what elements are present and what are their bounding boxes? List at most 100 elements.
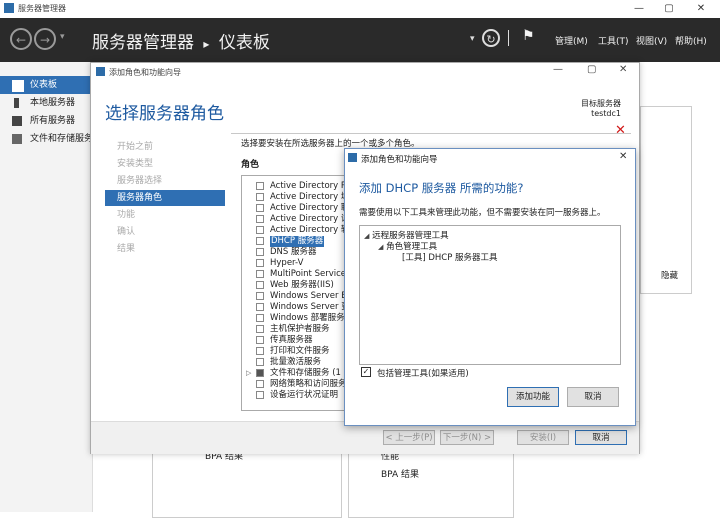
history-dropdown-icon[interactable]: ▾ xyxy=(60,32,65,42)
storage-icon xyxy=(12,134,22,144)
checkbox[interactable] xyxy=(256,325,264,333)
add-features-button[interactable]: 添加功能 xyxy=(507,387,559,407)
checkbox[interactable] xyxy=(256,314,264,322)
maximize-icon[interactable]: ▢ xyxy=(656,1,682,17)
step-confirmation[interactable]: 确认 xyxy=(105,224,225,240)
checkbox-partial[interactable] xyxy=(256,369,264,377)
dialog-question: 添加 DHCP 服务器 所需的功能? xyxy=(359,181,524,195)
sidebar-item-local-server[interactable]: 本地服务器 xyxy=(0,94,92,112)
error-x-icon[interactable]: ✕ xyxy=(615,123,626,138)
server-manager-header: ← → ▾ 服务器管理器 ▸ 仪表板 ▾ ↻ ⚑ 管理(M) 工具(T) 视图(… xyxy=(0,18,720,62)
minimize-icon[interactable]: — xyxy=(553,64,563,75)
hide-label[interactable]: 隐藏 xyxy=(661,269,678,281)
notifications-flag-icon[interactable]: ⚑ xyxy=(522,28,535,44)
breadcrumb-page: 仪表板 xyxy=(218,33,270,53)
next-button[interactable]: 下一步(N) > xyxy=(440,430,494,445)
header-divider xyxy=(508,30,509,46)
step-before-you-begin[interactable]: 开始之前 xyxy=(105,139,225,155)
menu-help[interactable]: 帮助(H) xyxy=(675,34,707,47)
add-features-dialog: 添加角色和功能向导 ✕ 添加 DHCP 服务器 所需的功能? 需要使用以下工具来… xyxy=(344,148,636,426)
menu-view[interactable]: 视图(V) xyxy=(636,34,667,47)
dashboard-tile: 隐藏 xyxy=(640,106,692,294)
breadcrumb-separator: ▸ xyxy=(203,37,210,51)
checkbox[interactable] xyxy=(256,226,264,234)
checkbox[interactable] xyxy=(256,193,264,201)
previous-button[interactable]: < 上一步(P) xyxy=(383,430,435,445)
checkbox[interactable] xyxy=(256,270,264,278)
checkbox[interactable] xyxy=(256,336,264,344)
dialog-app-icon xyxy=(348,153,357,162)
step-server-selection[interactable]: 服务器选择 xyxy=(105,173,225,189)
server-icon xyxy=(14,98,19,108)
checkbox[interactable] xyxy=(256,182,264,190)
divider xyxy=(231,133,631,134)
bpa-results-label[interactable]: BPA 结果 xyxy=(381,467,419,480)
roles-list[interactable]: Active Directory R Active Directory 域 Ac… xyxy=(241,175,353,411)
dashboard-tile: 性能 BPA 结果 xyxy=(348,446,514,518)
sidebar-item-file-storage[interactable]: 文件和存储服务 xyxy=(0,130,92,148)
sidebar-item-label: 所有服务器 xyxy=(30,116,76,126)
back-arrow-icon[interactable]: ← xyxy=(10,28,32,50)
target-server-value: testdc1 xyxy=(591,109,621,118)
close-icon[interactable]: ✕ xyxy=(688,1,714,17)
close-icon[interactable]: ✕ xyxy=(619,151,627,162)
step-results[interactable]: 结果 xyxy=(105,241,225,257)
checkbox[interactable] xyxy=(256,292,264,300)
breadcrumb: 服务器管理器 ▸ 仪表板 xyxy=(92,28,270,53)
include-tools-checkbox[interactable]: ✓ xyxy=(361,367,371,377)
forward-arrow-icon[interactable]: → xyxy=(34,28,56,50)
install-button[interactable]: 安装(I) xyxy=(517,430,569,445)
refresh-icon[interactable]: ↻ xyxy=(482,29,500,47)
wizard-titlebar: 添加角色和功能向导 — ▢ ✕ xyxy=(91,63,639,81)
dialog-title: 添加角色和功能向导 xyxy=(361,155,438,165)
wizard-app-icon xyxy=(96,67,105,76)
checkbox[interactable] xyxy=(256,281,264,289)
collapse-arrow-icon[interactable]: ◢ xyxy=(364,232,369,240)
menu-manage[interactable]: 管理(M) xyxy=(555,34,588,47)
step-server-roles[interactable]: 服务器角色 xyxy=(105,190,225,206)
roles-label: 角色 xyxy=(241,160,260,170)
menu-tools[interactable]: 工具(T) xyxy=(598,34,629,47)
expand-arrow-icon[interactable]: ▷ xyxy=(246,368,251,379)
window-title: 服务器管理器 xyxy=(18,4,66,13)
dialog-cancel-button[interactable]: 取消 xyxy=(567,387,619,407)
sidebar-item-all-servers[interactable]: 所有服务器 xyxy=(0,112,92,130)
checkbox[interactable] xyxy=(256,248,264,256)
checkbox[interactable] xyxy=(256,259,264,267)
page-title: 选择服务器角色 xyxy=(105,104,224,124)
minimize-icon[interactable]: — xyxy=(626,1,652,17)
target-server: 目标服务器 testdc1 xyxy=(581,99,621,119)
step-features[interactable]: 功能 xyxy=(105,207,225,223)
maximize-icon[interactable]: ▢ xyxy=(587,64,596,75)
close-icon[interactable]: ✕ xyxy=(619,64,627,75)
checkbox[interactable] xyxy=(256,303,264,311)
sidebar-item-label: 文件和存储服务 xyxy=(30,134,92,144)
sidebar-item-dashboard[interactable]: 仪表板 xyxy=(0,76,92,94)
target-server-label: 目标服务器 xyxy=(581,99,621,108)
checkbox[interactable] xyxy=(256,237,264,245)
checkbox[interactable] xyxy=(256,215,264,223)
sidebar: 仪表板 本地服务器 所有服务器 文件和存储服务 xyxy=(0,62,93,512)
servers-icon xyxy=(12,116,22,126)
include-tools-label: 包括管理工具(如果适用) xyxy=(377,369,469,379)
refresh-dropdown-icon[interactable]: ▾ xyxy=(470,34,475,44)
server-manager-titlebar: 服务器管理器 — ▢ ✕ xyxy=(0,0,720,19)
checkbox[interactable] xyxy=(256,380,264,388)
breadcrumb-app: 服务器管理器 xyxy=(92,33,194,53)
app-icon xyxy=(4,3,14,13)
dialog-description: 需要使用以下工具来管理此功能，但不需要安装在同一服务器上。 xyxy=(359,208,606,218)
tree-node[interactable]: [工具] DHCP 服务器工具 xyxy=(402,251,498,263)
collapse-arrow-icon[interactable]: ◢ xyxy=(378,243,383,251)
checkbox[interactable] xyxy=(256,204,264,212)
step-installation-type[interactable]: 安装类型 xyxy=(105,156,225,172)
checkbox[interactable] xyxy=(256,391,264,399)
features-tree[interactable]: ◢ 远程服务器管理工具 ◢ 角色管理工具 [工具] DHCP 服务器工具 xyxy=(359,225,621,365)
sidebar-item-label: 本地服务器 xyxy=(30,98,76,108)
wizard-window-title: 添加角色和功能向导 xyxy=(109,68,181,77)
sidebar-item-label: 仪表板 xyxy=(30,80,58,90)
cancel-button[interactable]: 取消 xyxy=(575,430,627,445)
checkbox[interactable] xyxy=(256,347,264,355)
checkbox[interactable] xyxy=(256,358,264,366)
dashboard-tile: BPA 结果 xyxy=(152,446,342,518)
dashboard-icon xyxy=(12,80,24,92)
